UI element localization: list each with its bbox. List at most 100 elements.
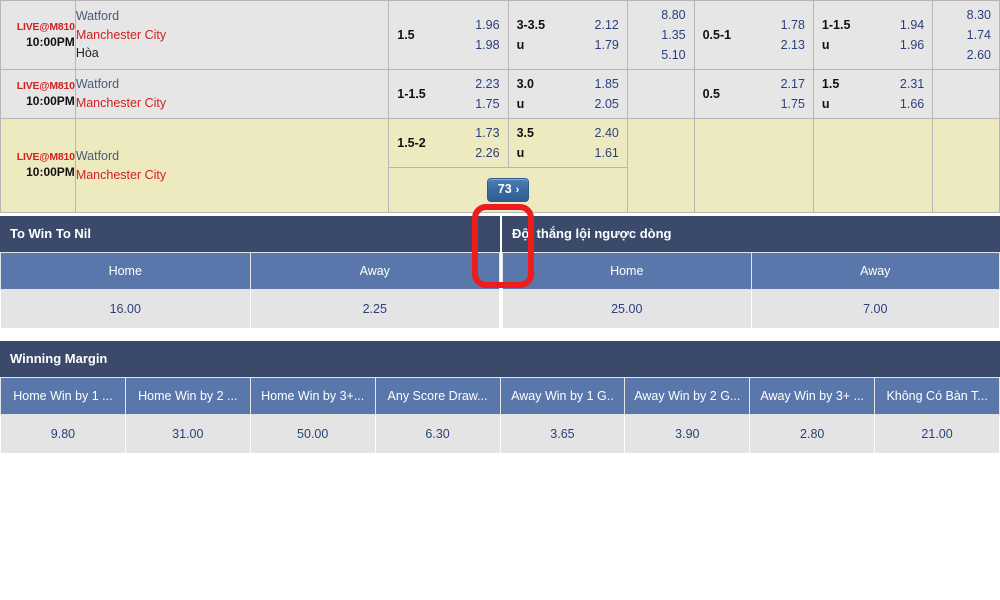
one-x-two-cell-left[interactable]: 8.80 1.35 5.10 — [626, 0, 695, 70]
ou-odds-over-left[interactable]: 2.12 — [545, 15, 619, 35]
market-header-row: Home Win by 1 ... Home Win by 2 ... Home… — [0, 377, 1000, 415]
match-teams-cell[interactable]: Watford Manchester City — [74, 118, 390, 213]
ou-line-bottom-left: u — [516, 38, 525, 52]
ou-line-top-left: 3.0 — [516, 77, 534, 91]
ou-odds-over-left[interactable]: 1.85 — [534, 74, 619, 94]
market-table: Home Away 25.00 7.00 — [502, 252, 1000, 329]
away-team-name: Manchester City — [75, 167, 167, 182]
odds-1x2-draw-left[interactable]: 1.35 — [636, 25, 685, 45]
handicap-odds-top-left[interactable]: 2.23 — [426, 74, 499, 94]
match-row: LIVE@M810 10:00PM Watford Manchester Cit… — [0, 0, 1000, 70]
ou-odds-over-right[interactable]: 2.31 — [839, 74, 924, 94]
market-column-header[interactable]: Away — [249, 252, 500, 290]
section-spacer — [0, 329, 1000, 341]
market-sections-row-1: To Win To Nil Home Away 16.00 2.25 Đội t… — [0, 216, 1000, 329]
market-column-header[interactable]: Không Có Bàn T... — [874, 377, 1000, 415]
match-time-cell: LIVE@M810 10:00PM — [0, 118, 76, 213]
over-under-cell-right[interactable]: 1.5 u 2.31 1.66 — [812, 69, 934, 119]
chevron-right-icon: › — [515, 184, 520, 197]
more-markets-cell: 73 › — [388, 167, 628, 213]
odds-1x2-home-right[interactable]: 8.30 — [941, 5, 991, 25]
market-odds-cell[interactable]: 31.00 — [124, 414, 251, 454]
odds-1x2-home-left[interactable]: 8.80 — [636, 5, 685, 25]
match-row: LIVE@M810 10:00PM Watford Manchester Cit… — [0, 118, 1000, 213]
market-odds-cell[interactable]: 16.00 — [0, 289, 251, 329]
handicap-odds-top-left[interactable]: 1.96 — [415, 15, 499, 35]
market-odds-cell[interactable]: 6.30 — [374, 414, 501, 454]
ou-odds-under-left[interactable]: 1.61 — [534, 143, 619, 163]
market-header-row: Home Away — [502, 252, 1000, 290]
ou-odds-under-left[interactable]: 1.79 — [545, 35, 619, 55]
one-x-two-cell-left[interactable] — [626, 118, 695, 213]
one-x-two-cell-right[interactable] — [932, 69, 1000, 119]
market-odds-cell[interactable]: 9.80 — [0, 414, 126, 454]
handicap-odds-top-left[interactable]: 1.73 — [426, 123, 499, 143]
kickoff-time: 10:00PM — [26, 34, 75, 49]
market-odds-row: 9.80 31.00 50.00 6.30 3.65 3.90 2.80 21.… — [0, 414, 1000, 454]
one-x-two-cell-left[interactable] — [626, 69, 695, 119]
market-column-header[interactable]: Away Win by 1 G.. — [499, 377, 626, 415]
market-odds-cell[interactable]: 25.00 — [502, 289, 752, 329]
ou-odds-under-right[interactable]: 1.66 — [839, 94, 924, 114]
market-column-header[interactable]: Any Score Draw... — [374, 377, 501, 415]
over-under-cell-right[interactable]: 1-1.5 u 1.94 1.96 — [812, 0, 934, 70]
over-under-cell-left[interactable]: 3-3.5 u 2.12 1.79 — [507, 0, 628, 70]
handicap-cell-left[interactable]: 1-1.5 2.23 1.75 — [388, 69, 509, 119]
odds-1x2-away-left[interactable]: 5.10 — [636, 45, 685, 65]
live-badge: LIVE@M810 — [16, 151, 75, 164]
handicap-odds-bottom-left[interactable]: 1.98 — [415, 35, 499, 55]
handicap-cell-right[interactable] — [693, 118, 814, 213]
over-under-cell-left[interactable]: 3.0 u 1.85 2.05 — [507, 69, 628, 119]
ou-odds-under-right[interactable]: 1.96 — [850, 35, 924, 55]
handicap-odds-top-right[interactable]: 1.78 — [731, 15, 805, 35]
kickoff-time: 10:00PM — [26, 165, 75, 180]
home-team-name: Watford — [75, 148, 120, 163]
home-team-name: Watford — [75, 8, 120, 23]
handicap-odds-bottom-left[interactable]: 1.75 — [426, 94, 499, 114]
market-column-header[interactable]: Away Win by 3+ ... — [749, 377, 876, 415]
market-odds-cell[interactable]: 3.90 — [624, 414, 751, 454]
handicap-cell-right[interactable]: 0.5-1 1.78 2.13 — [693, 0, 814, 70]
market-odds-cell[interactable]: 2.80 — [749, 414, 876, 454]
home-team-name: Watford — [75, 77, 120, 92]
over-under-cell-right[interactable] — [812, 118, 934, 213]
handicap-cell-left[interactable]: 1.5-2 1.73 2.26 — [388, 118, 509, 168]
market-column-header[interactable]: Home Win by 2 ... — [124, 377, 251, 415]
market-column-header[interactable]: Home Win by 3+... — [249, 377, 376, 415]
match-time-cell: LIVE@M810 10:00PM — [0, 0, 76, 70]
odds-1x2-draw-right[interactable]: 1.74 — [941, 25, 991, 45]
handicap-odds-bottom-left[interactable]: 2.26 — [426, 143, 499, 163]
market-title: To Win To Nil — [0, 216, 500, 252]
handicap-cell-right[interactable]: 0.5 2.17 1.75 — [693, 69, 814, 119]
market-odds-cell[interactable]: 2.25 — [249, 289, 500, 329]
ou-odds-over-left[interactable]: 2.40 — [534, 123, 619, 143]
one-x-two-cell-right[interactable] — [932, 118, 1000, 213]
handicap-odds-bottom-right[interactable]: 1.75 — [720, 94, 805, 114]
one-x-two-cell-right[interactable]: 8.30 1.74 2.60 — [932, 0, 1000, 70]
ou-odds-over-right[interactable]: 1.94 — [850, 15, 924, 35]
market-column-header[interactable]: Away Win by 2 G... — [624, 377, 751, 415]
handicap-line-right: 0.5 — [702, 87, 720, 101]
handicap-line-left: 1-1.5 — [397, 87, 426, 101]
market-odds-cell[interactable]: 3.65 — [499, 414, 626, 454]
odds-1x2-away-right[interactable]: 2.60 — [941, 45, 991, 65]
match-teams-cell[interactable]: Watford Manchester City — [74, 69, 390, 119]
market-table: Home Away 16.00 2.25 — [0, 252, 500, 329]
handicap-odds-top-right[interactable]: 2.17 — [720, 74, 805, 94]
handicap-line-left: 1.5 — [397, 28, 415, 42]
market-column-header[interactable]: Home Win by 1 ... — [0, 377, 126, 415]
match-teams-cell[interactable]: Watford Manchester City Hòa — [74, 0, 390, 70]
market-title: Đội thắng lội ngược dòng — [502, 216, 1000, 252]
handicap-cell-left[interactable]: 1.5 1.96 1.98 — [388, 0, 509, 70]
more-markets-button[interactable]: 73 › — [486, 178, 530, 202]
ou-line-bottom-left: u — [516, 146, 525, 160]
over-under-cell-left[interactable]: 3.5 u 2.40 1.61 — [507, 118, 628, 168]
handicap-odds-bottom-right[interactable]: 2.13 — [731, 35, 805, 55]
market-odds-cell[interactable]: 21.00 — [874, 414, 1000, 454]
market-odds-cell[interactable]: 50.00 — [249, 414, 376, 454]
ou-odds-under-left[interactable]: 2.05 — [534, 94, 619, 114]
market-column-header[interactable]: Home — [0, 252, 251, 290]
market-odds-cell[interactable]: 7.00 — [750, 289, 1000, 329]
market-column-header[interactable]: Home — [502, 252, 752, 290]
market-column-header[interactable]: Away — [750, 252, 1000, 290]
